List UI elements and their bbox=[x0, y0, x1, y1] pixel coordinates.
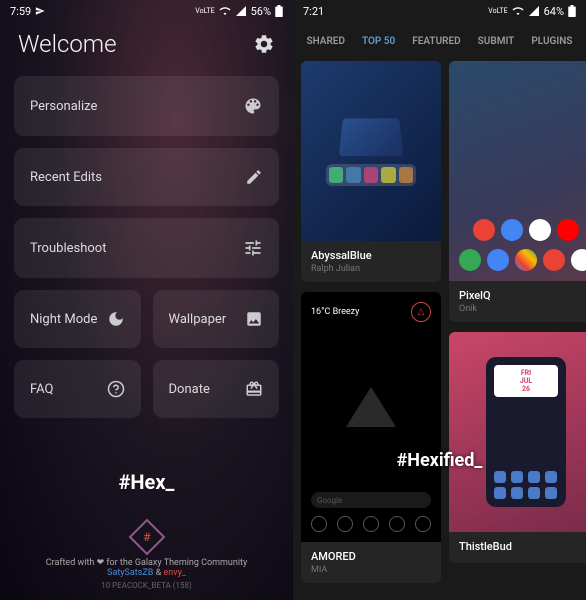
tab-plugins[interactable]: PLUGINS bbox=[529, 32, 574, 51]
theme-preview: FRI JUL 26 bbox=[449, 332, 586, 532]
status-time: 7:21 bbox=[303, 5, 324, 18]
moon-icon bbox=[107, 310, 125, 328]
gear-icon bbox=[253, 33, 275, 55]
tab-submit[interactable]: SUBMIT bbox=[476, 32, 517, 51]
tab-shared[interactable]: SHARED bbox=[305, 32, 347, 51]
theme-card-pixelq[interactable]: PixelQ Onik bbox=[449, 61, 586, 322]
gift-icon bbox=[245, 380, 263, 398]
tab-featured[interactable]: FEATURED bbox=[410, 32, 462, 51]
brand-title: #Hexified_ bbox=[397, 450, 483, 471]
settings-button[interactable] bbox=[253, 33, 275, 55]
brand-footer: #Hex_ # Crafted with ❤ for the Galaxy Th… bbox=[0, 460, 293, 600]
signal-icon bbox=[528, 5, 540, 17]
battery-icon bbox=[568, 5, 576, 17]
menu-label: Troubleshoot bbox=[30, 241, 106, 256]
image-icon bbox=[245, 310, 263, 328]
battery-percent: 64% bbox=[544, 5, 564, 18]
theme-name: AMORED bbox=[311, 550, 431, 563]
theme-author: MIA bbox=[311, 565, 431, 575]
menu-label: Personalize bbox=[30, 99, 97, 114]
palette-icon bbox=[243, 96, 263, 116]
theme-name: ThistleBud bbox=[459, 540, 586, 553]
troubleshoot-button[interactable]: Troubleshoot bbox=[14, 218, 279, 278]
page-title: Welcome bbox=[18, 30, 116, 58]
version-label: 10 PEACOCK_BETA (158) bbox=[10, 581, 283, 590]
donate-button[interactable]: Donate bbox=[153, 360, 280, 418]
credit-text: Crafted with ❤ for the Galaxy Theming Co… bbox=[10, 558, 283, 578]
theme-card-abyssalblue[interactable]: AbyssalBlue Ralph Julian bbox=[301, 61, 441, 282]
author-link-1[interactable]: SatySatsZB bbox=[107, 568, 153, 578]
battery-icon bbox=[275, 5, 283, 17]
menu-list: Personalize Recent Edits Troubleshoot Ni… bbox=[0, 76, 293, 430]
menu-label: Recent Edits bbox=[30, 170, 102, 185]
theme-gallery: AbyssalBlue Ralph Julian 16°C Breezy △ G… bbox=[293, 61, 586, 591]
battery-percent: 56% bbox=[251, 5, 271, 18]
theme-card-amored[interactable]: 16°C Breezy △ Google AMORED MIA bbox=[301, 292, 441, 583]
theme-name: AbyssalBlue bbox=[311, 249, 431, 262]
hex-app-screen: 7:59 VoLTE 56% Welcome Personalize Recen… bbox=[0, 0, 293, 600]
theme-preview bbox=[449, 61, 586, 281]
tab-top50[interactable]: TOP 50 bbox=[360, 32, 397, 51]
theme-name: PixelQ bbox=[459, 289, 586, 302]
status-time: 7:59 bbox=[10, 5, 31, 18]
status-bar: 7:21 VoLTE 64% bbox=[293, 0, 586, 22]
menu-label: Donate bbox=[169, 382, 210, 397]
night-mode-button[interactable]: Night Mode bbox=[14, 290, 141, 348]
hexified-app-screen: 7:21 VoLTE 64% SHARED TOP 50 FEATURED SU… bbox=[293, 0, 586, 600]
wifi-icon bbox=[512, 5, 524, 17]
pencil-icon bbox=[245, 168, 263, 186]
hex-logo-icon: # bbox=[128, 519, 165, 556]
wallpaper-button[interactable]: Wallpaper bbox=[153, 290, 280, 348]
send-icon bbox=[35, 6, 45, 16]
help-icon bbox=[107, 380, 125, 398]
status-bar: 7:59 VoLTE 56% bbox=[0, 0, 293, 22]
sliders-icon bbox=[243, 238, 263, 258]
personalize-button[interactable]: Personalize bbox=[14, 76, 279, 136]
signal-icon bbox=[235, 5, 247, 17]
menu-label: Wallpaper bbox=[169, 312, 227, 327]
header: Welcome bbox=[0, 22, 293, 76]
theme-card-thistlebud[interactable]: FRI JUL 26 ThistleBud bbox=[449, 332, 586, 563]
author-link-2[interactable]: envy_ bbox=[163, 568, 185, 578]
network-label: VoLTE bbox=[195, 7, 214, 15]
theme-author: Onik bbox=[459, 304, 586, 314]
menu-label: FAQ bbox=[30, 382, 53, 397]
theme-preview bbox=[301, 61, 441, 241]
network-label: VoLTE bbox=[488, 7, 507, 15]
menu-label: Night Mode bbox=[30, 312, 97, 327]
wifi-icon bbox=[219, 5, 231, 17]
tab-bar: SHARED TOP 50 FEATURED SUBMIT PLUGINS bbox=[293, 22, 586, 61]
faq-button[interactable]: FAQ bbox=[14, 360, 141, 418]
theme-author: Ralph Julian bbox=[311, 264, 431, 274]
recent-edits-button[interactable]: Recent Edits bbox=[14, 148, 279, 206]
brand-title: #Hex_ bbox=[10, 470, 283, 494]
theme-preview: 16°C Breezy △ Google bbox=[301, 292, 441, 542]
